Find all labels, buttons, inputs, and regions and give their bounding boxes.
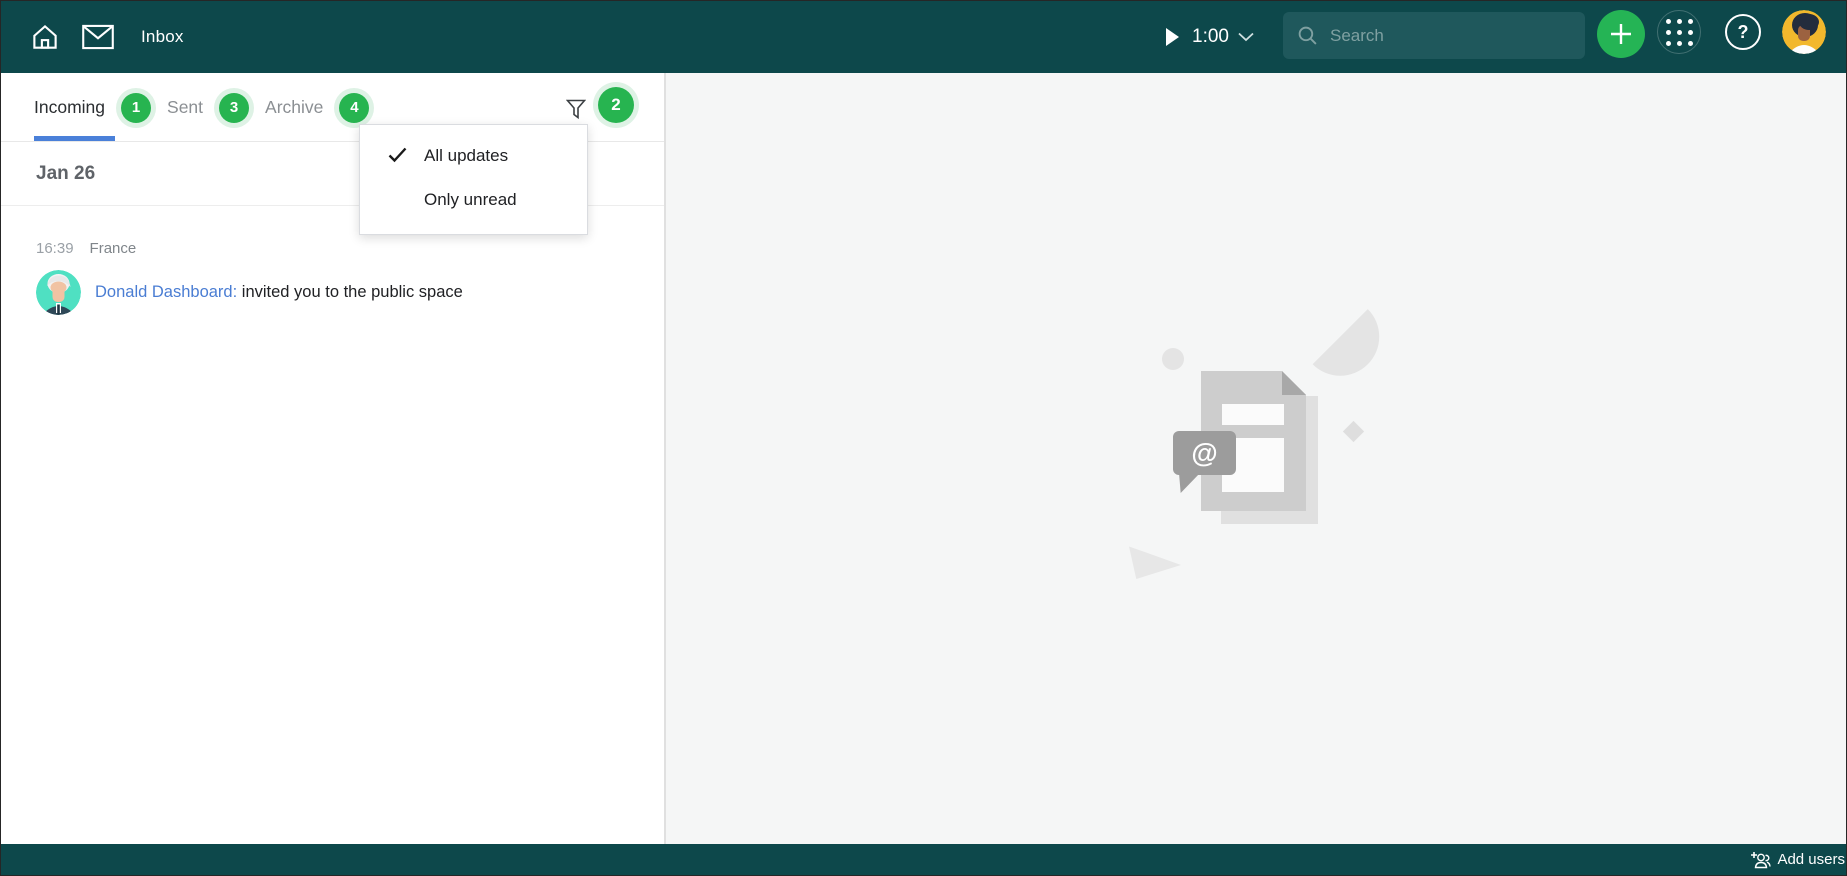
play-icon [1166, 28, 1179, 46]
grid-icon [1666, 19, 1693, 46]
bottom-bar: Add users [1, 844, 1847, 875]
tab-archive[interactable]: Archive 4 [265, 93, 375, 123]
tab-sent[interactable]: Sent 3 [167, 93, 255, 123]
timer-value[interactable]: 1:00 [1192, 1, 1229, 73]
illustration-doc-line [1222, 404, 1284, 425]
archive-count-badge: 4 [339, 93, 369, 123]
tab-incoming-label: Incoming [34, 97, 105, 118]
message-sender-link[interactable]: Donald Dashboard: [95, 283, 237, 301]
home-icon [30, 22, 60, 52]
page-title: Inbox [141, 1, 184, 73]
sender-avatar[interactable] [36, 270, 81, 315]
checkmark-icon [388, 147, 407, 163]
mail-button[interactable] [79, 19, 117, 55]
question-mark-icon: ? [1738, 22, 1749, 43]
apps-grid-button[interactable] [1657, 10, 1701, 54]
home-button[interactable] [27, 19, 63, 55]
play-button[interactable] [1164, 27, 1180, 47]
menu-item-label: All updates [424, 146, 508, 166]
active-tab-indicator [34, 136, 115, 141]
tab-archive-label: Archive [265, 97, 323, 118]
filter-funnel-icon [566, 99, 586, 121]
create-new-button[interactable] [1597, 10, 1645, 58]
tab-sent-label: Sent [167, 97, 203, 118]
avatar-image [1782, 10, 1826, 54]
filter-count-badge: 2 [598, 87, 634, 123]
date-header-label: Jan 26 [36, 163, 95, 185]
message-time: 16:39 [36, 240, 74, 257]
menu-item-all-updates[interactable]: All updates [360, 134, 587, 178]
add-users-button[interactable]: Add users [1747, 851, 1845, 869]
tab-incoming[interactable]: Incoming 1 [34, 93, 157, 123]
timer-dropdown-button[interactable] [1237, 30, 1255, 44]
plus-icon [1608, 21, 1634, 47]
search-box [1283, 12, 1585, 59]
user-avatar[interactable] [1782, 10, 1826, 54]
sent-count-badge: 3 [219, 93, 249, 123]
sender-avatar-image [36, 270, 81, 315]
mail-icon [82, 24, 114, 50]
menu-item-label: Only unread [424, 190, 517, 210]
filter-dropdown-menu: All updates Only unread [359, 124, 588, 235]
search-input[interactable] [1330, 26, 1560, 46]
message-location: France [90, 240, 137, 257]
illustration-dot [1162, 348, 1184, 370]
incoming-count-badge: 1 [121, 93, 151, 123]
search-icon [1297, 25, 1318, 46]
message-text: invited you to the public space [242, 283, 463, 301]
illustration-at-bubble: @ [1173, 431, 1236, 475]
help-button[interactable]: ? [1725, 14, 1761, 50]
add-users-label: Add users [1777, 851, 1845, 868]
chevron-down-icon [1238, 32, 1254, 42]
app-window: Inbox 1:00 ? [0, 0, 1847, 876]
filter-button[interactable] [563, 97, 589, 123]
at-sign: @ [1191, 438, 1217, 469]
menu-item-only-unread[interactable]: Only unread [360, 178, 587, 222]
top-bar: Inbox 1:00 ? [1, 1, 1847, 73]
message-list-panel: Jan 26 16:39 France [1, 142, 664, 844]
add-users-icon [1747, 851, 1771, 869]
